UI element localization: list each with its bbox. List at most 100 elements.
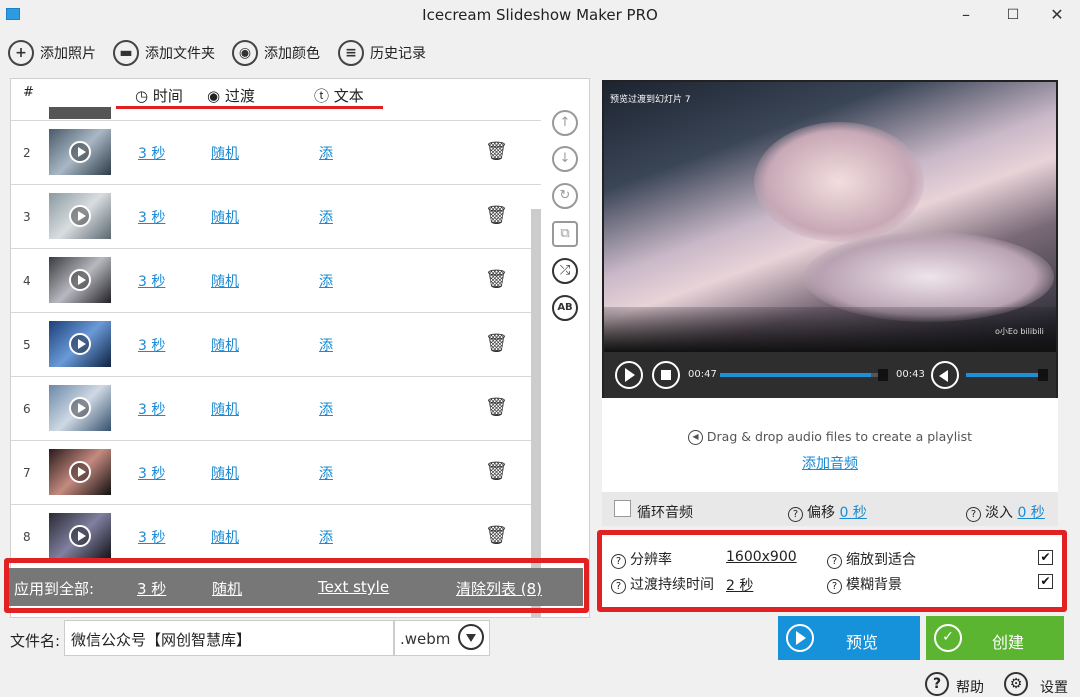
play-icon[interactable] [69, 269, 91, 291]
output-settings-box [597, 530, 1067, 612]
help-icon[interactable]: ? [827, 554, 842, 569]
progress-knob[interactable] [878, 369, 888, 381]
add-color-button[interactable]: ◉ 添加颜色 [232, 38, 320, 68]
slide-text-link[interactable]: 添 [319, 463, 333, 483]
slide-time-link[interactable]: 3 秒 [138, 143, 165, 163]
progress-bar[interactable] [720, 373, 871, 377]
volume-bar[interactable] [966, 373, 1040, 377]
col-header-transition[interactable]: ◉ 过渡 [207, 85, 255, 106]
transition-duration-value[interactable]: 2 秒 [726, 575, 753, 595]
play-icon[interactable] [69, 397, 91, 419]
slide-time-link[interactable]: 3 秒 [138, 207, 165, 227]
sort-ab-button[interactable]: AB [552, 295, 578, 321]
slide-thumbnail[interactable] [49, 513, 111, 559]
list-item[interactable]: 5 3 秒 随机 添 🗑 [11, 313, 541, 377]
slide-text-link[interactable]: 添 [319, 399, 333, 419]
rotate-button[interactable]: ↻ [552, 183, 578, 209]
add-audio-link[interactable]: 添加音频 [802, 456, 858, 472]
list-scrollbar[interactable] [531, 209, 541, 617]
help-icon[interactable]: ? [966, 507, 981, 522]
add-photo-button[interactable]: + 添加照片 [8, 38, 96, 68]
help-link[interactable]: 帮助 [956, 677, 984, 697]
list-item[interactable]: 3 3 秒 随机 添 🗑 [11, 185, 541, 249]
play-button[interactable] [615, 361, 643, 389]
play-icon[interactable] [69, 461, 91, 483]
list-item[interactable]: 2 3 秒 随机 添 🗑 [11, 121, 541, 185]
slide-text-link[interactable]: 添 [319, 335, 333, 355]
slide-time-link[interactable]: 3 秒 [138, 527, 165, 547]
help-icon[interactable]: ? [611, 579, 626, 594]
loop-audio-checkbox[interactable] [614, 500, 631, 517]
slide-thumbnail[interactable] [49, 449, 111, 495]
volume-knob[interactable] [1038, 369, 1048, 381]
slide-time-link[interactable]: 3 秒 [138, 463, 165, 483]
slide-text-link[interactable]: 添 [319, 271, 333, 291]
maximize-button[interactable]: ☐ [993, 2, 1033, 28]
slide-thumbnail[interactable] [49, 321, 111, 367]
slide-thumbnail[interactable] [49, 193, 111, 239]
help-icon[interactable]: ? [925, 672, 949, 696]
slide-thumbnail[interactable] [49, 129, 111, 175]
slide-transition-link[interactable]: 随机 [211, 271, 239, 291]
move-up-button[interactable]: ↑ [552, 110, 578, 136]
blur-checkbox[interactable]: ✔ [1038, 574, 1053, 589]
trash-icon[interactable]: 🗑 [485, 205, 508, 226]
gear-icon[interactable]: ⚙ [1004, 672, 1028, 696]
slide-thumbnail[interactable] [49, 385, 111, 431]
slide-transition-link[interactable]: 随机 [211, 207, 239, 227]
slide-transition-link[interactable]: 随机 [211, 463, 239, 483]
slide-time-link[interactable]: 3 秒 [138, 399, 165, 419]
slide-transition-link[interactable]: 随机 [211, 335, 239, 355]
slide-transition-link[interactable]: 随机 [211, 527, 239, 547]
audio-drop-zone[interactable] [602, 398, 1058, 492]
slide-time-link[interactable]: 3 秒 [138, 271, 165, 291]
fade-value[interactable]: 0 秒 [1017, 505, 1044, 521]
blur-label: 模糊背景 [846, 577, 902, 593]
minimize-button[interactable]: – [946, 2, 986, 28]
list-item[interactable]: 7 3 秒 随机 添 🗑 [11, 441, 541, 505]
slide-text-link[interactable]: 添 [319, 207, 333, 227]
stop-button[interactable] [652, 361, 680, 389]
chevron-down-icon[interactable] [458, 624, 484, 650]
apply-all-transition-link[interactable]: 随机 [212, 578, 242, 599]
col-header-time[interactable]: ◷ 时间 [135, 85, 183, 106]
resolution-label: 分辨率 [630, 552, 672, 568]
play-icon[interactable] [69, 525, 91, 547]
duplicate-button[interactable]: ⧉ [552, 221, 578, 247]
slide-time-link[interactable]: 3 秒 [138, 335, 165, 355]
slide-transition-link[interactable]: 随机 [211, 143, 239, 163]
help-icon[interactable]: ? [827, 579, 842, 594]
close-button[interactable]: ✕ [1037, 2, 1077, 28]
trash-icon[interactable]: 🗑 [485, 525, 508, 546]
list-item[interactable]: 6 3 秒 随机 添 🗑 [11, 377, 541, 441]
help-icon[interactable]: ? [788, 507, 803, 522]
offset-value[interactable]: 0 秒 [839, 505, 866, 521]
play-icon[interactable] [69, 205, 91, 227]
list-item[interactable]: 4 3 秒 随机 添 🗑 [11, 249, 541, 313]
slide-thumbnail[interactable] [49, 257, 111, 303]
trash-icon[interactable]: 🗑 [485, 397, 508, 418]
text-style-link[interactable]: Text style [318, 578, 389, 596]
settings-link[interactable]: 设置 [1040, 677, 1068, 697]
shuffle-button[interactable]: ⤮ [552, 258, 578, 284]
help-icon[interactable]: ? [611, 554, 626, 569]
fit-checkbox[interactable]: ✔ [1038, 550, 1053, 565]
filename-input[interactable]: 微信公众号【网创智慧库】 [64, 620, 394, 656]
play-icon[interactable] [69, 333, 91, 355]
slide-text-link[interactable]: 添 [319, 527, 333, 547]
slide-transition-link[interactable]: 随机 [211, 399, 239, 419]
slide-text-link[interactable]: 添 [319, 143, 333, 163]
trash-icon[interactable]: 🗑 [485, 141, 508, 162]
trash-icon[interactable]: 🗑 [485, 461, 508, 482]
trash-icon[interactable]: 🗑 [485, 333, 508, 354]
col-header-text[interactable]: ⓣ 文本 [314, 85, 364, 106]
add-folder-button[interactable]: ▬ 添加文件夹 [113, 38, 215, 68]
history-button[interactable]: ≡ 历史记录 [338, 38, 426, 68]
move-down-button[interactable]: ↓ [552, 146, 578, 172]
clear-list-link[interactable]: 清除列表 (8) [456, 578, 542, 599]
trash-icon[interactable]: 🗑 [485, 269, 508, 290]
resolution-value[interactable]: 1600x900 [726, 549, 797, 565]
apply-all-time-link[interactable]: 3 秒 [137, 578, 166, 599]
play-icon[interactable] [69, 141, 91, 163]
volume-icon[interactable] [931, 361, 959, 389]
